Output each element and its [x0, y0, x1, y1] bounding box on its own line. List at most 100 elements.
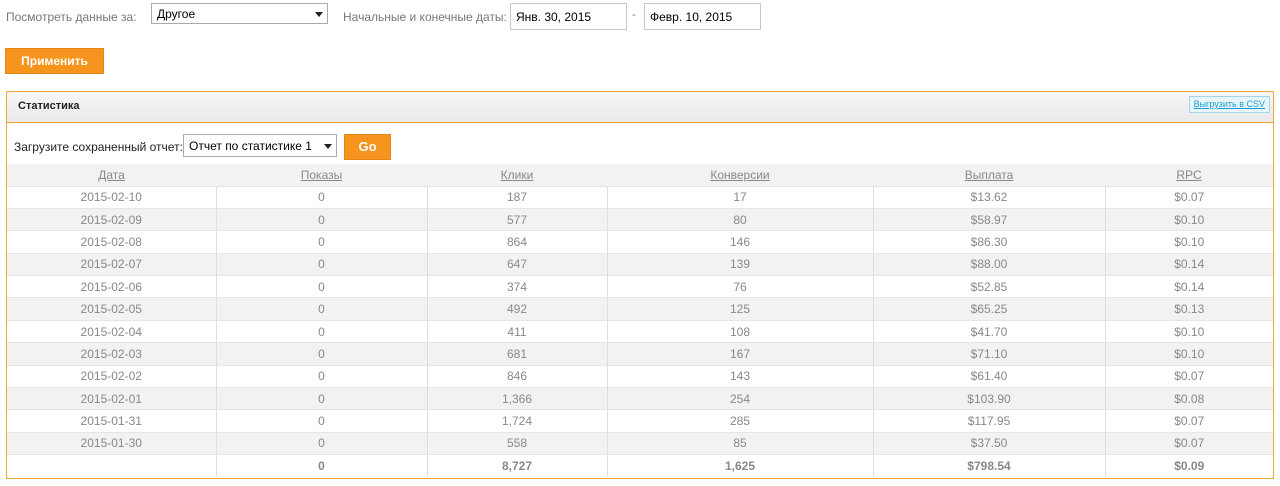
column-header-clicks[interactable]: Клики — [427, 164, 607, 186]
cell-date: 2015-02-08 — [7, 230, 217, 254]
saved-report-select[interactable]: Отчет по статистике 1 — [183, 134, 337, 157]
table-header-row: Дата Показы Клики Конверсии Выплата RPC — [7, 164, 1273, 186]
cell-impressions: 0 — [216, 409, 428, 433]
table-row: 2015-02-05 0 492 125 $65.25 $0.13 — [7, 297, 1273, 321]
cell-clicks: 558 — [427, 431, 608, 455]
table-row: 2015-02-06 0 374 76 $52.85 $0.14 — [7, 275, 1273, 298]
cell-rpc: $0.13 — [1105, 297, 1273, 321]
cell-payout: $41.70 — [873, 319, 1106, 343]
cell-payout: $52.85 — [873, 275, 1106, 298]
cell-payout: $103.90 — [873, 387, 1106, 410]
table-row: 2015-02-09 0 577 80 $58.97 $0.10 — [7, 207, 1273, 231]
cell-payout: $88.00 — [873, 252, 1106, 276]
cell-conversions: 76 — [607, 275, 874, 298]
cell-conversions: 85 — [607, 431, 874, 455]
cell-rpc: $0.14 — [1105, 275, 1273, 298]
column-header-payout[interactable]: Выплата — [873, 164, 1105, 186]
apply-button[interactable]: Применить — [5, 48, 104, 74]
cell-impressions: 0 — [216, 297, 428, 321]
table-row: 2015-02-08 0 864 146 $86.30 $0.10 — [7, 230, 1273, 254]
cell-date: 2015-02-03 — [7, 342, 217, 366]
cell-payout: $61.40 — [873, 364, 1106, 388]
period-select[interactable]: Другое — [151, 3, 328, 24]
saved-report-row: Загрузите сохраненный отчет: Отчет по ст… — [7, 124, 1273, 164]
totals-row: 0 8,727 1,625 $798.54 $0.09 — [7, 454, 1273, 478]
cell-clicks: 647 — [427, 252, 608, 276]
chevron-down-icon — [315, 11, 323, 17]
cell-payout: $117.95 — [873, 409, 1106, 433]
cell-rpc: $0.07 — [1105, 409, 1273, 433]
cell-date: 2015-02-01 — [7, 387, 217, 410]
cell-impressions: 0 — [216, 319, 428, 343]
total-cell-rpc: $0.09 — [1105, 454, 1273, 478]
cell-payout: $13.62 — [873, 185, 1106, 209]
table-row: 2015-02-07 0 647 139 $88.00 $0.14 — [7, 252, 1273, 276]
panel-header: Статистика Выгрузить в CSV — [7, 92, 1273, 123]
date-separator: - — [632, 7, 636, 21]
cell-clicks: 411 — [427, 319, 608, 343]
cell-clicks: 577 — [427, 207, 608, 231]
table-row: 2015-02-02 0 846 143 $61.40 $0.07 — [7, 364, 1273, 388]
cell-clicks: 187 — [427, 185, 608, 209]
cell-impressions: 0 — [216, 252, 428, 276]
cell-rpc: $0.07 — [1105, 431, 1273, 455]
cell-clicks: 1,724 — [427, 409, 608, 433]
start-date-input[interactable]: Янв. 30, 2015 — [510, 3, 627, 30]
cell-rpc: $0.14 — [1105, 252, 1273, 276]
cell-rpc: $0.10 — [1105, 207, 1273, 231]
table-row: 2015-01-31 0 1,724 285 $117.95 $0.07 — [7, 409, 1273, 433]
cell-impressions: 0 — [216, 230, 428, 254]
cell-rpc: $0.08 — [1105, 387, 1273, 410]
cell-conversions: 146 — [607, 230, 874, 254]
cell-rpc: $0.10 — [1105, 342, 1273, 366]
column-header-rpc[interactable]: RPC — [1105, 164, 1273, 186]
cell-conversions: 17 — [607, 185, 874, 209]
cell-clicks: 492 — [427, 297, 608, 321]
cell-conversions: 254 — [607, 387, 874, 410]
table-row: 2015-02-04 0 411 108 $41.70 $0.10 — [7, 319, 1273, 343]
cell-impressions: 0 — [216, 387, 428, 410]
dates-label: Начальные и конечные даты: — [343, 10, 507, 24]
column-header-conversions[interactable]: Конверсии — [607, 164, 873, 186]
cell-payout: $58.97 — [873, 207, 1106, 231]
go-button[interactable]: Go — [344, 134, 391, 160]
cell-rpc: $0.10 — [1105, 230, 1273, 254]
total-cell-clicks: 8,727 — [427, 454, 608, 478]
export-csv-button[interactable]: Выгрузить в CSV — [1188, 96, 1270, 113]
cell-payout: $37.50 — [873, 431, 1106, 455]
statistics-table: Дата Показы Клики Конверсии Выплата RPC … — [7, 164, 1273, 478]
cell-clicks: 1,366 — [427, 387, 608, 410]
end-date-input[interactable]: Февр. 10, 2015 — [644, 3, 761, 30]
chevron-down-icon — [324, 143, 332, 149]
total-cell-payout: $798.54 — [873, 454, 1106, 478]
cell-date: 2015-02-04 — [7, 319, 217, 343]
cell-rpc: $0.07 — [1105, 364, 1273, 388]
cell-impressions: 0 — [216, 364, 428, 388]
saved-report-label: Загрузите сохраненный отчет: — [14, 140, 183, 154]
cell-clicks: 374 — [427, 275, 608, 298]
table-row: 2015-02-03 0 681 167 $71.10 $0.10 — [7, 342, 1273, 366]
cell-date: 2015-02-05 — [7, 297, 217, 321]
cell-payout: $71.10 — [873, 342, 1106, 366]
cell-impressions: 0 — [216, 342, 428, 366]
filter-bar: Посмотреть данные за: Другое Начальные и… — [0, 0, 1280, 40]
cell-conversions: 108 — [607, 319, 874, 343]
cell-date: 2015-02-06 — [7, 275, 217, 298]
cell-conversions: 139 — [607, 252, 874, 276]
total-cell-date — [7, 454, 217, 478]
column-header-date[interactable]: Дата — [7, 164, 216, 186]
cell-impressions: 0 — [216, 207, 428, 231]
table-row: 2015-02-01 0 1,366 254 $103.90 $0.08 — [7, 387, 1273, 410]
panel-title: Статистика — [18, 100, 80, 112]
total-cell-impressions: 0 — [216, 454, 428, 478]
cell-conversions: 285 — [607, 409, 874, 433]
cell-date: 2015-02-10 — [7, 185, 217, 209]
cell-rpc: $0.10 — [1105, 319, 1273, 343]
total-cell-conversions: 1,625 — [607, 454, 874, 478]
period-label: Посмотреть данные за: — [6, 10, 137, 24]
column-header-impressions[interactable]: Показы — [216, 164, 427, 186]
cell-payout: $65.25 — [873, 297, 1106, 321]
statistics-panel: Статистика Выгрузить в CSV Загрузите сох… — [6, 91, 1274, 479]
table-row: 2015-01-30 0 558 85 $37.50 $0.07 — [7, 431, 1273, 455]
cell-clicks: 864 — [427, 230, 608, 254]
